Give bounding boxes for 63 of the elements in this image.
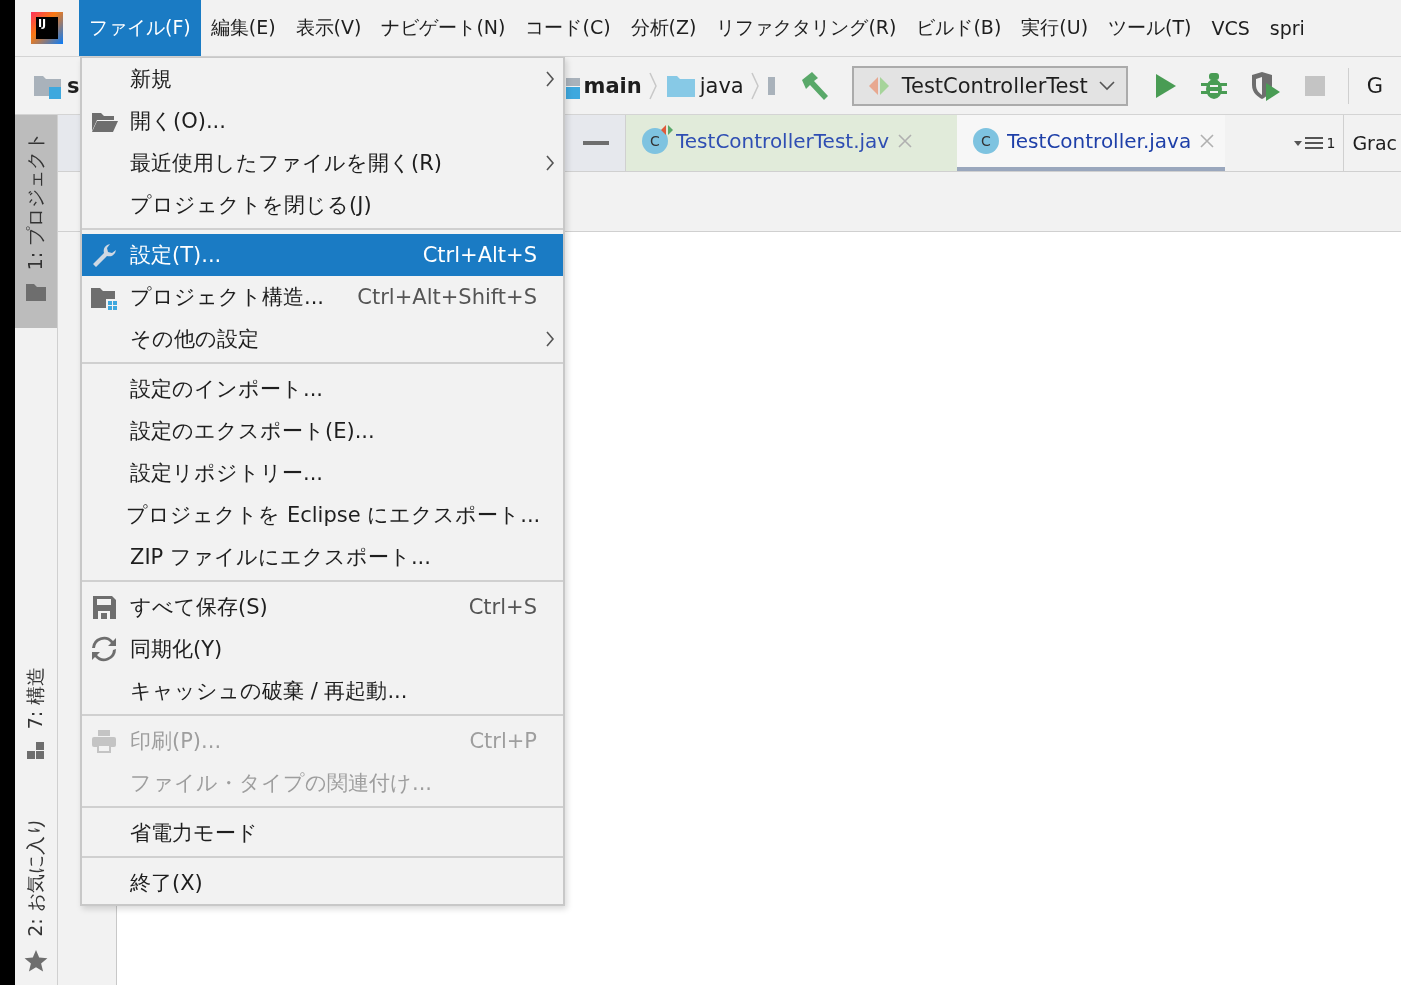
side-panel-tab[interactable]: Grac	[1343, 115, 1401, 171]
menu-item[interactable]: ナビゲート(N)	[371, 0, 516, 56]
tab-list-button[interactable]: 1	[1286, 115, 1344, 171]
menu-item[interactable]: 分析(Z)	[620, 0, 707, 56]
menu-item[interactable]: spri	[1259, 0, 1315, 56]
tool-window-tab[interactable]: 7: 構造	[15, 650, 57, 773]
coverage-icon[interactable]	[1249, 70, 1282, 101]
menu-entry[interactable]: 省電力モード	[82, 812, 563, 854]
close-icon	[897, 133, 914, 149]
menu-entry[interactable]: 最近使用したファイルを開く(R)	[82, 142, 563, 184]
menu-entry[interactable]: 終了(X)	[82, 862, 563, 904]
tool-window-tab[interactable]: 1: プロジェクト	[15, 115, 57, 328]
breadcrumb-item[interactable]: s	[67, 73, 80, 98]
sync-icon	[90, 635, 118, 663]
menu-entry[interactable]: 設定リポジトリー...	[82, 452, 563, 494]
test-marker-icon	[661, 125, 673, 135]
menu-entry[interactable]: 同期化(Y)	[82, 628, 563, 670]
menu-entry[interactable]: プロジェクトを Eclipse にエクスポート...	[82, 494, 563, 536]
debug-icon[interactable]	[1199, 70, 1228, 101]
menu-entry[interactable]: その他の設定	[82, 318, 563, 360]
editor-tab[interactable]: C TestController.java	[957, 115, 1226, 171]
menu-item[interactable]: ビルド(B)	[906, 0, 1012, 56]
stop-icon[interactable]	[1303, 74, 1326, 97]
breadcrumb-item[interactable]: main	[583, 73, 642, 98]
menu-entry[interactable]: キャッシュの破棄 / 再起動...	[82, 670, 563, 712]
list-icon	[1294, 135, 1325, 151]
logo-text: IJ	[36, 17, 58, 39]
menu-entry[interactable]: プロジェクト構造... Ctrl+Alt+Shift+S	[82, 276, 563, 318]
tab-label: TestControllerTest.jav	[676, 129, 890, 153]
star-icon	[24, 949, 48, 973]
minimize-icon	[583, 141, 609, 145]
menu-entry[interactable]: 開く(O)...	[82, 100, 563, 142]
menu-item[interactable]: コード(C)	[515, 0, 621, 56]
editor-tab[interactable]: C TestControllerTest.jav	[626, 115, 957, 171]
chevron-icon	[749, 70, 760, 101]
breadcrumb-item[interactable]: java	[699, 73, 744, 98]
menu-item[interactable]: 編集(E)	[200, 0, 286, 56]
menu-entry[interactable]: プロジェクトを閉じる(J)	[82, 184, 563, 226]
menu-item[interactable]: リファクタリング(R)	[706, 0, 907, 56]
menu-entry[interactable]: 設定のエクスポート(E)...	[82, 410, 563, 452]
class-icon: C	[973, 128, 999, 154]
tool-window-tab[interactable]: 2: お気に入り	[15, 801, 57, 985]
menu-item[interactable]: 実行(U)	[1011, 0, 1099, 56]
menu-item[interactable]: 表示(V)	[285, 0, 372, 56]
menu-item[interactable]: ファイル(F)	[79, 0, 201, 56]
menu-item[interactable]: VCS	[1201, 0, 1260, 56]
run-icon[interactable]	[1153, 72, 1178, 99]
menu-item[interactable]: ツール(T)	[1098, 0, 1202, 56]
close-icon	[1199, 133, 1216, 149]
chevron-icon	[647, 70, 658, 101]
caret-icon	[1097, 79, 1116, 92]
toolbar-label: G	[1366, 73, 1383, 98]
run-configuration-dropdown[interactable]: TestControllerTest	[851, 65, 1128, 106]
run-configuration-name: TestControllerTest	[901, 73, 1088, 98]
tab-count: 1	[1326, 135, 1336, 151]
printer-icon	[90, 727, 118, 755]
menu-entry[interactable]: 設定のインポート...	[82, 368, 563, 410]
menu-entry[interactable]: ZIP ファイルにエクスポート...	[82, 536, 563, 578]
menu-entry[interactable]: 設定(T)... Ctrl+Alt+S	[82, 234, 563, 276]
menu-entry[interactable]: 新規	[82, 58, 563, 100]
structure-icon	[26, 741, 46, 761]
menu-entry[interactable]: すべて保存(S) Ctrl+S	[82, 586, 563, 628]
tab-label: TestController.java	[1007, 129, 1192, 153]
